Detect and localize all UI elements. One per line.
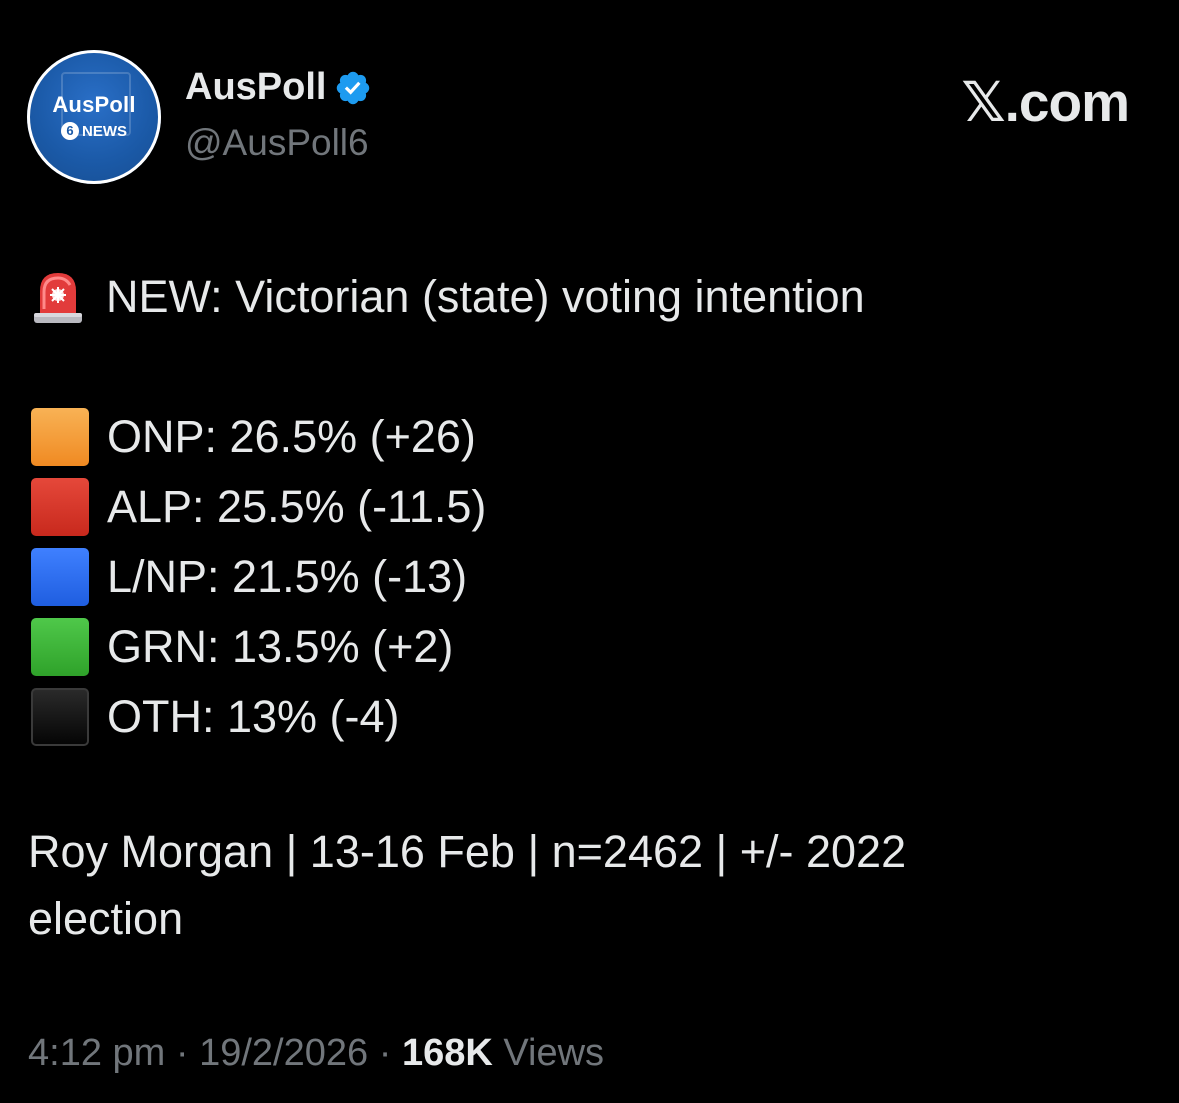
verified-badge-icon	[337, 71, 370, 104]
headline-text: NEW: Victorian (state) voting intention	[106, 271, 865, 322]
result-line-oth: OTH: 13% (-4)	[28, 682, 1148, 752]
meta-separator: ·	[165, 1032, 200, 1074]
headline-line: NEW: Victorian (state) voting intention	[28, 262, 1148, 332]
result-text: ALP: 25.5% (-11.5)	[107, 481, 487, 532]
tweet-source-note: Roy Morgan | 13-16 Feb | n=2462 | +/- 20…	[28, 818, 1148, 952]
result-line-onp: ONP: 26.5% (+26)	[28, 402, 1148, 472]
source-note-line-2: election	[28, 893, 184, 944]
result-text: L/NP: 21.5% (-13)	[107, 551, 468, 602]
green-square-icon	[31, 618, 89, 676]
result-text: ONP: 26.5% (+26)	[107, 411, 476, 462]
tweet-body: NEW: Victorian (state) voting intention …	[28, 262, 1148, 752]
meta-separator: ·	[368, 1032, 402, 1074]
result-line-alp: ALP: 25.5% (-11.5)	[28, 472, 1148, 542]
tweet-date[interactable]: 19/2/2026	[199, 1032, 368, 1074]
avatar-logo-subtext: 6 NEWS	[27, 122, 161, 140]
result-line-lnp: L/NP: 21.5% (-13)	[28, 542, 1148, 612]
source-watermark: 𝕏.com	[961, 71, 1130, 133]
author-display-name[interactable]: AusPoll	[185, 66, 372, 109]
result-line-grn: GRN: 13.5% (+2)	[28, 612, 1148, 682]
author-handle[interactable]: @AusPoll6	[185, 122, 369, 164]
source-note-line-1: Roy Morgan | 13-16 Feb | n=2462 | +/- 20…	[28, 826, 907, 877]
police-light-icon	[34, 273, 82, 323]
result-text: OTH: 13% (-4)	[107, 691, 400, 742]
tweet-time[interactable]: 4:12 pm	[28, 1032, 165, 1074]
views-label: Views	[492, 1032, 605, 1074]
author-avatar[interactable]: AusPoll 6 NEWS	[27, 50, 161, 184]
avatar-logo-news: NEWS	[82, 122, 127, 140]
result-text: GRN: 13.5% (+2)	[107, 621, 454, 672]
blue-square-icon	[31, 548, 89, 606]
views-count[interactable]: 168K	[402, 1032, 493, 1074]
avatar-logo-text: AusPoll	[52, 92, 136, 117]
tweet-meta: 4:12 pm · 19/2/2026 · 168K Views	[28, 1032, 604, 1075]
orange-square-icon	[31, 408, 89, 466]
red-square-icon	[31, 478, 89, 536]
black-square-icon	[31, 688, 89, 746]
display-name-text: AusPoll	[185, 66, 327, 108]
avatar-logo-number: 6	[61, 122, 79, 140]
